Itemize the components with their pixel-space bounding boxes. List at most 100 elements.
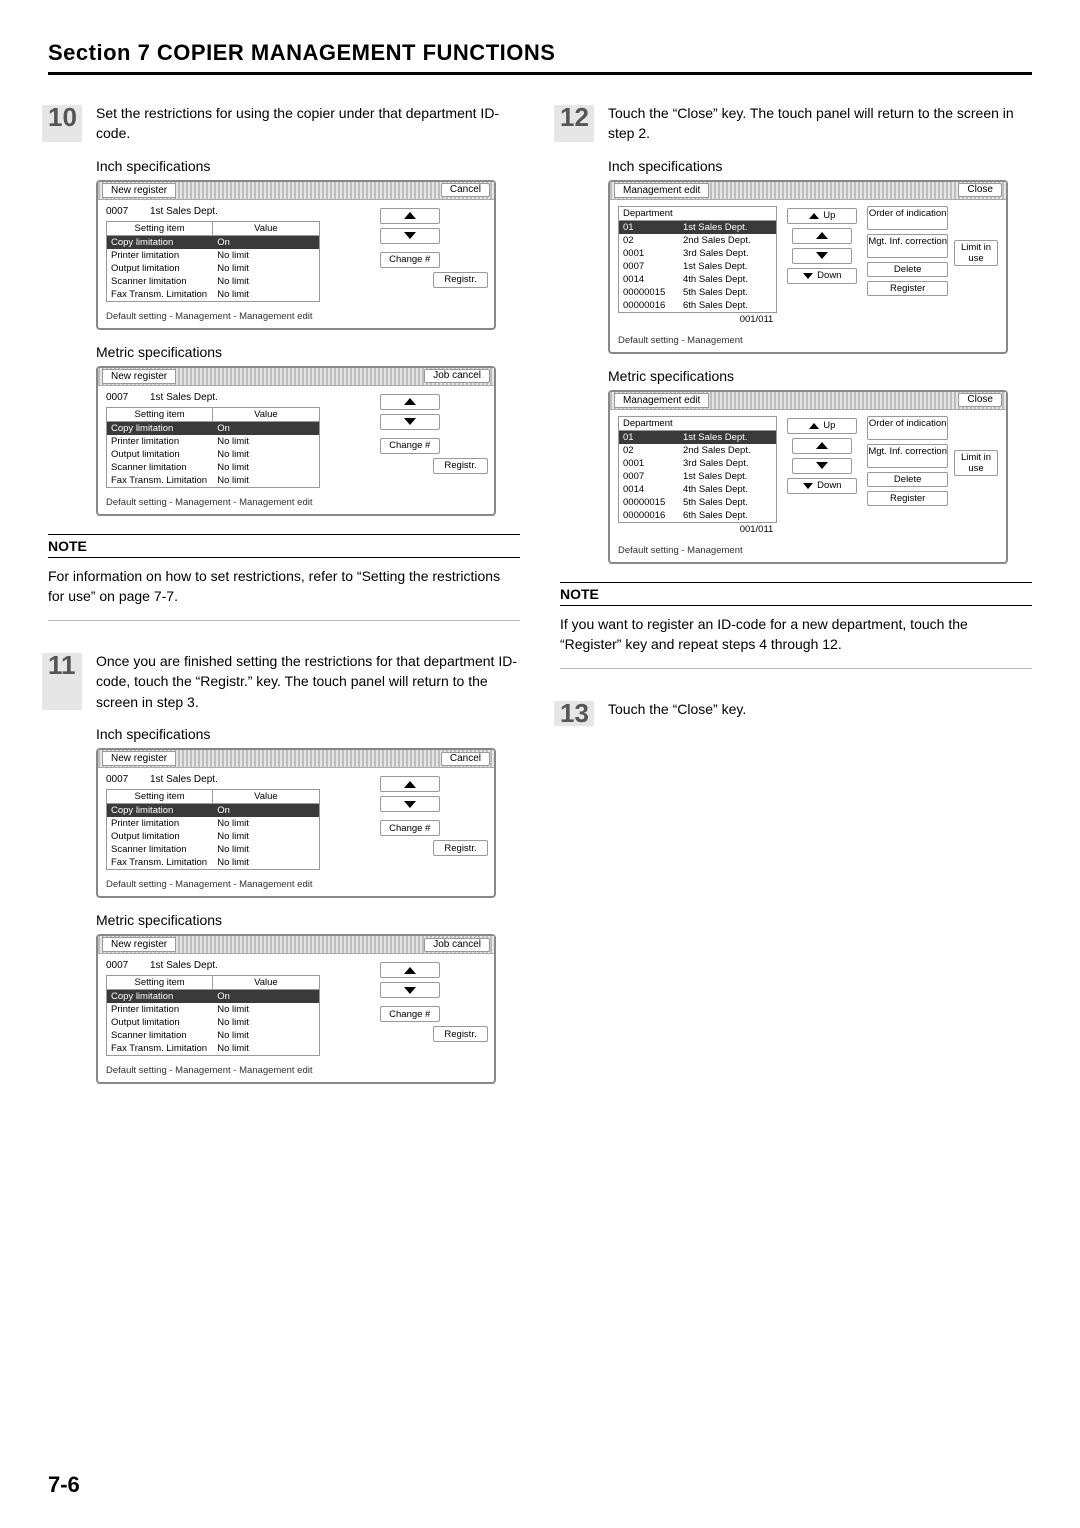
panel-path: Default setting - Management - Managemen… bbox=[98, 308, 494, 326]
limit-in-use-button[interactable]: Limit in use bbox=[954, 240, 998, 266]
delete-button[interactable]: Delete bbox=[867, 262, 948, 277]
list-item[interactable]: 00071st Sales Dept. bbox=[619, 260, 776, 273]
table-row[interactable]: Printer limitationNo limit bbox=[107, 249, 319, 262]
list-item[interactable]: 000000155th Sales Dept. bbox=[619, 286, 776, 299]
table-row[interactable]: Fax Transm. LimitationNo limit bbox=[107, 288, 319, 301]
table-row[interactable]: Copy limitationOn bbox=[107, 990, 319, 1003]
table-row[interactable]: Output limitationNo limit bbox=[107, 830, 319, 843]
management-edit-panel: Management edit Close Department 011st S… bbox=[608, 390, 1008, 564]
up-arrow-button[interactable] bbox=[792, 438, 852, 454]
step-13: 13 Touch the “Close” key. bbox=[560, 699, 1032, 728]
change-button[interactable]: Change # bbox=[380, 820, 440, 836]
job-cancel-button[interactable]: Job cancel bbox=[424, 938, 490, 952]
delete-button[interactable]: Delete bbox=[867, 472, 948, 487]
down-arrow-button[interactable] bbox=[380, 228, 440, 244]
col-value: Value bbox=[213, 222, 318, 235]
list-item[interactable]: 00071st Sales Dept. bbox=[619, 470, 776, 483]
up-arrow-button[interactable] bbox=[380, 962, 440, 978]
step-12: 12 Touch the “Close” key. The touch pane… bbox=[560, 103, 1032, 144]
close-button[interactable]: Close bbox=[958, 183, 1002, 197]
cancel-button[interactable]: Cancel bbox=[441, 183, 490, 197]
up-button[interactable]: Up bbox=[787, 418, 857, 434]
up-button[interactable]: Up bbox=[787, 208, 857, 224]
table-row[interactable]: Scanner limitationNo limit bbox=[107, 1029, 319, 1042]
register-button[interactable]: Register bbox=[867, 281, 948, 296]
list-item[interactable]: 022nd Sales Dept. bbox=[619, 234, 776, 247]
table-row[interactable]: Printer limitationNo limit bbox=[107, 817, 319, 830]
change-button[interactable]: Change # bbox=[380, 438, 440, 454]
up-arrow-button[interactable] bbox=[380, 776, 440, 792]
step-text: Touch the “Close” key. The touch panel w… bbox=[608, 103, 1032, 144]
note-heading: NOTE bbox=[48, 534, 520, 558]
list-item[interactable]: 000000155th Sales Dept. bbox=[619, 496, 776, 509]
limit-in-use-button[interactable]: Limit in use bbox=[954, 450, 998, 476]
register-button[interactable]: Register bbox=[867, 491, 948, 506]
table-row[interactable]: Scanner limitationNo limit bbox=[107, 843, 319, 856]
down-arrow-button[interactable] bbox=[380, 982, 440, 998]
new-register-panel: New register Job cancel 00071st Sales De… bbox=[96, 366, 496, 516]
step-text: Set the restrictions for using the copie… bbox=[96, 103, 520, 144]
mgt-inf-correction-button[interactable]: Mgt. Inf. correction bbox=[867, 234, 948, 258]
table-row[interactable]: Copy limitationOn bbox=[107, 422, 319, 435]
down-arrow-button[interactable] bbox=[792, 248, 852, 264]
change-button[interactable]: Change # bbox=[380, 1006, 440, 1022]
table-row[interactable]: Copy limitationOn bbox=[107, 236, 319, 249]
list-counter: 001/011 bbox=[618, 313, 777, 326]
step-number: 11 bbox=[48, 651, 96, 712]
order-of-indication-button[interactable]: Order of indication bbox=[867, 416, 948, 440]
note-heading: NOTE bbox=[560, 582, 1032, 606]
registr-button[interactable]: Registr. bbox=[433, 840, 488, 856]
list-item[interactable]: 00144th Sales Dept. bbox=[619, 273, 776, 286]
table-row[interactable]: Output limitationNo limit bbox=[107, 448, 319, 461]
order-of-indication-button[interactable]: Order of indication bbox=[867, 206, 948, 230]
metric-spec-label: Metric specifications bbox=[608, 368, 1032, 384]
section-title: Section 7 COPIER MANAGEMENT FUNCTIONS bbox=[48, 40, 1032, 75]
step-number: 10 bbox=[48, 103, 96, 144]
table-row[interactable]: Copy limitationOn bbox=[107, 804, 319, 817]
registr-button[interactable]: Registr. bbox=[433, 1026, 488, 1042]
list-item[interactable]: 011st Sales Dept. bbox=[619, 431, 776, 444]
down-arrow-button[interactable] bbox=[380, 796, 440, 812]
down-arrow-button[interactable] bbox=[792, 458, 852, 474]
table-row[interactable]: Printer limitationNo limit bbox=[107, 435, 319, 448]
table-row[interactable]: Fax Transm. LimitationNo limit bbox=[107, 856, 319, 869]
down-arrow-button[interactable] bbox=[380, 414, 440, 430]
down-button[interactable]: Down bbox=[787, 478, 857, 494]
list-item[interactable]: 000000166th Sales Dept. bbox=[619, 509, 776, 522]
list-item[interactable]: 022nd Sales Dept. bbox=[619, 444, 776, 457]
step-text: Touch the “Close” key. bbox=[608, 699, 1032, 728]
job-cancel-button[interactable]: Job cancel bbox=[424, 369, 490, 383]
table-row[interactable]: Fax Transm. LimitationNo limit bbox=[107, 1042, 319, 1055]
list-item[interactable]: 00013rd Sales Dept. bbox=[619, 457, 776, 470]
panel-path: Default setting - Management bbox=[610, 332, 1006, 350]
up-arrow-button[interactable] bbox=[380, 394, 440, 410]
list-item[interactable]: 000000166th Sales Dept. bbox=[619, 299, 776, 312]
up-arrow-button[interactable] bbox=[792, 228, 852, 244]
list-item[interactable]: 00013rd Sales Dept. bbox=[619, 247, 776, 260]
up-arrow-button[interactable] bbox=[380, 208, 440, 224]
cancel-button[interactable]: Cancel bbox=[441, 752, 490, 766]
table-row[interactable]: Scanner limitationNo limit bbox=[107, 461, 319, 474]
dept-id: 0007 bbox=[106, 206, 150, 217]
settings-table: Copy limitationOn Printer limitationNo l… bbox=[106, 235, 320, 302]
list-item[interactable]: 00144th Sales Dept. bbox=[619, 483, 776, 496]
up-arrow-icon bbox=[809, 423, 819, 429]
registr-button[interactable]: Registr. bbox=[433, 272, 488, 288]
table-row[interactable]: Fax Transm. LimitationNo limit bbox=[107, 474, 319, 487]
close-button[interactable]: Close bbox=[958, 393, 1002, 407]
new-register-panel: New register Cancel 00071st Sales Dept. … bbox=[96, 748, 496, 898]
down-arrow-icon bbox=[803, 483, 813, 489]
registr-button[interactable]: Registr. bbox=[433, 458, 488, 474]
table-row[interactable]: Output limitationNo limit bbox=[107, 1016, 319, 1029]
table-row[interactable]: Output limitationNo limit bbox=[107, 262, 319, 275]
step-text: Once you are finished setting the restri… bbox=[96, 651, 520, 712]
table-row[interactable]: Scanner limitationNo limit bbox=[107, 275, 319, 288]
note-body: If you want to register an ID-code for a… bbox=[560, 614, 1032, 655]
down-button[interactable]: Down bbox=[787, 268, 857, 284]
table-row[interactable]: Printer limitationNo limit bbox=[107, 1003, 319, 1016]
change-button[interactable]: Change # bbox=[380, 252, 440, 268]
list-item[interactable]: 011st Sales Dept. bbox=[619, 221, 776, 234]
management-edit-panel: Management edit Close Department 011st S… bbox=[608, 180, 1008, 354]
mgt-inf-correction-button[interactable]: Mgt. Inf. correction bbox=[867, 444, 948, 468]
dept-name: 1st Sales Dept. bbox=[150, 206, 218, 217]
